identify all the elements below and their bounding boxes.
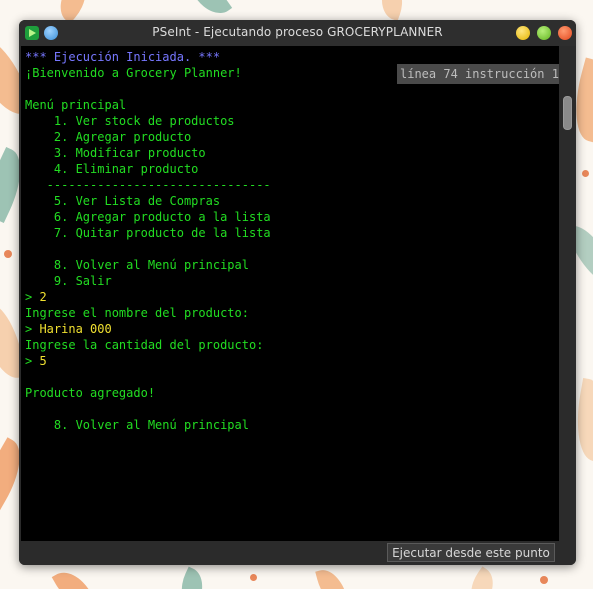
- console-text: 1. Ver stock de productos: [25, 114, 235, 128]
- console-line: *** Ejecución Iniciada. ***: [25, 49, 271, 65]
- console-line: > 5: [25, 353, 271, 369]
- console-lines: *** Ejecución Iniciada. *** ¡Bienvenido a…: [25, 49, 271, 433]
- input-prompt: >: [25, 354, 40, 368]
- console-line: 8. Volver al Menú principal: [25, 257, 271, 273]
- console-text: 9. Salir: [25, 274, 112, 288]
- console-line: 9. Salir: [25, 273, 271, 289]
- input-prompt: >: [25, 322, 40, 336]
- pseint-run-window: PSeInt - Ejecutando proceso GROCERYPLANN…: [19, 20, 576, 565]
- console-text: 5. Ver Lista de Compras: [25, 194, 221, 208]
- input-prompt: >: [25, 290, 40, 304]
- console-line: 2. Agregar producto: [25, 129, 271, 145]
- console-line: > 2: [25, 289, 271, 305]
- console-line: 5. Ver Lista de Compras: [25, 193, 271, 209]
- window-title: PSeInt - Ejecutando proceso GROCERYPLANN…: [152, 25, 443, 39]
- user-input: 5: [39, 354, 47, 368]
- console-line: Ingrese el nombre del producto:: [25, 305, 271, 321]
- console-text: Producto agregado!: [25, 386, 156, 400]
- console-text: ¡Bienvenido a Grocery Planner!: [25, 66, 242, 80]
- console-line: ¡Bienvenido a Grocery Planner!: [25, 65, 271, 81]
- close-icon[interactable]: [558, 26, 572, 40]
- console-text: 8. Volver al Menú principal: [25, 258, 249, 272]
- scrollbar-thumb[interactable]: [563, 96, 572, 130]
- console-text: 8. Volver al Menú principal: [25, 418, 249, 432]
- console-text: Ingrese el nombre del producto:: [25, 306, 249, 320]
- console-text: 3. Modificar producto: [25, 146, 206, 160]
- console-text: 6. Agregar producto a la lista: [25, 210, 271, 224]
- console-output[interactable]: *** Ejecución Iniciada. *** ¡Bienvenido a…: [21, 46, 559, 541]
- console-line: -------------------------------: [25, 177, 271, 193]
- status-indicator: línea 74 instrucción 1: [397, 64, 559, 84]
- console-line: 1. Ver stock de productos: [25, 113, 271, 129]
- console-line: Menú principal: [25, 97, 271, 113]
- console-text: 4. Eliminar producto: [25, 162, 199, 176]
- user-input: 2: [39, 290, 47, 304]
- console-line: > Harina 000: [25, 321, 271, 337]
- console-line: 6. Agregar producto a la lista: [25, 209, 271, 225]
- console-line: 7. Quitar producto de la lista: [25, 225, 271, 241]
- title-bar[interactable]: PSeInt - Ejecutando proceso GROCERYPLANN…: [19, 20, 576, 46]
- bottom-bar: Ejecutar desde este punto: [19, 541, 576, 565]
- console-line: Producto agregado!: [25, 385, 271, 401]
- console-text: Menú principal: [25, 98, 127, 112]
- minimize-icon[interactable]: [516, 26, 530, 40]
- maximize-icon[interactable]: [537, 26, 551, 40]
- console-text: 2. Agregar producto: [25, 130, 192, 144]
- console-line: Ingrese la cantidad del producto:: [25, 337, 271, 353]
- console-text: -------------------------------: [25, 178, 271, 192]
- console-line: 8. Volver al Menú principal: [25, 417, 271, 433]
- run-from-here-button[interactable]: Ejecutar desde este punto: [387, 543, 555, 562]
- console-text: 7. Quitar producto de la lista: [25, 226, 271, 240]
- console-text: Ingrese la cantidad del producto:: [25, 338, 264, 352]
- user-input: Harina 000: [39, 322, 112, 336]
- console-text: *** Ejecución Iniciada. ***: [25, 50, 221, 64]
- vertical-scrollbar[interactable]: [559, 46, 576, 541]
- console-line: 4. Eliminar producto: [25, 161, 271, 177]
- console-line: 3. Modificar producto: [25, 145, 271, 161]
